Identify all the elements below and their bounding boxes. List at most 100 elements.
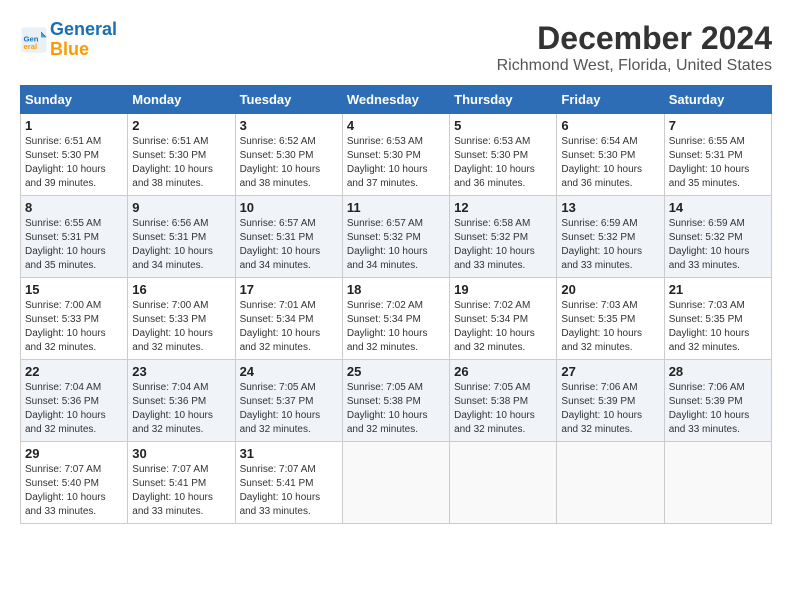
calendar-cell: 31 Sunrise: 7:07 AMSunset: 5:41 PMDayligh…	[235, 442, 342, 524]
day-number: 5	[454, 118, 552, 133]
calendar-week-2: 8Sunrise: 6:55 AMSunset: 5:31 PMDaylight…	[21, 196, 772, 278]
day-number: 16	[132, 282, 230, 297]
calendar-week-4: 22 Sunrise: 7:04 AMSunset: 5:36 PMDayligh…	[21, 360, 772, 442]
calendar-cell: 25 Sunrise: 7:05 AMSunset: 5:38 PMDayligh…	[342, 360, 449, 442]
day-number: 4	[347, 118, 445, 133]
day-number: 24	[240, 364, 338, 379]
day-info: Sunrise: 7:06 AMSunset: 5:39 PMDaylight:…	[669, 381, 767, 437]
day-number: 20	[561, 282, 659, 297]
calendar-cell: 15Sunrise: 7:00 AMSunset: 5:33 PMDayligh…	[21, 278, 128, 360]
calendar-cell	[342, 442, 449, 524]
day-number: 1	[25, 118, 123, 133]
day-info: Sunrise: 7:02 AMSunset: 5:34 PMDaylight:…	[454, 299, 552, 355]
calendar-cell: 1 Sunrise: 6:51 AMSunset: 5:30 PMDaylight…	[21, 114, 128, 196]
calendar-cell: 2 Sunrise: 6:51 AMSunset: 5:30 PMDaylight…	[128, 114, 235, 196]
column-header-saturday: Saturday	[664, 86, 771, 114]
day-info: Sunrise: 7:01 AMSunset: 5:34 PMDaylight:…	[240, 299, 338, 355]
day-info: Sunrise: 6:57 AMSunset: 5:32 PMDaylight:…	[347, 217, 445, 273]
day-number: 25	[347, 364, 445, 379]
calendar-body: 1 Sunrise: 6:51 AMSunset: 5:30 PMDaylight…	[21, 114, 772, 524]
day-number: 12	[454, 200, 552, 215]
day-info: Sunrise: 7:07 AMSunset: 5:41 PMDaylight:…	[132, 463, 230, 519]
day-number: 8	[25, 200, 123, 215]
day-info: Sunrise: 6:53 AMSunset: 5:30 PMDaylight:…	[347, 135, 445, 191]
day-info: Sunrise: 7:05 AMSunset: 5:37 PMDaylight:…	[240, 381, 338, 437]
day-number: 29	[25, 446, 123, 461]
day-number: 18	[347, 282, 445, 297]
day-info: Sunrise: 6:58 AMSunset: 5:32 PMDaylight:…	[454, 217, 552, 273]
calendar-cell: 13 Sunrise: 6:59 AMSunset: 5:32 PMDayligh…	[557, 196, 664, 278]
day-number: 26	[454, 364, 552, 379]
day-info: Sunrise: 7:06 AMSunset: 5:39 PMDaylight:…	[561, 381, 659, 437]
day-info: Sunrise: 7:07 AMSunset: 5:40 PMDaylight:…	[25, 463, 123, 519]
calendar-cell: 28 Sunrise: 7:06 AMSunset: 5:39 PMDayligh…	[664, 360, 771, 442]
calendar-cell: 6 Sunrise: 6:54 AMSunset: 5:30 PMDaylight…	[557, 114, 664, 196]
calendar-cell: 3Sunrise: 6:52 AMSunset: 5:30 PMDaylight…	[235, 114, 342, 196]
day-number: 6	[561, 118, 659, 133]
day-info: Sunrise: 6:51 AMSunset: 5:30 PMDaylight:…	[25, 135, 123, 191]
calendar-cell	[450, 442, 557, 524]
calendar-cell	[557, 442, 664, 524]
day-info: Sunrise: 7:05 AMSunset: 5:38 PMDaylight:…	[454, 381, 552, 437]
day-number: 22	[25, 364, 123, 379]
day-number: 9	[132, 200, 230, 215]
title-area: December 2024 Richmond West, Florida, Un…	[497, 20, 772, 75]
calendar-cell: 22Sunrise: 7:04 AMSunset: 5:36 PMDayligh…	[21, 360, 128, 442]
day-info: Sunrise: 6:59 AMSunset: 5:32 PMDaylight:…	[669, 217, 767, 273]
day-info: Sunrise: 7:04 AMSunset: 5:36 PMDaylight:…	[132, 381, 230, 437]
logo-icon: Gen eral	[20, 26, 48, 54]
day-number: 17	[240, 282, 338, 297]
day-info: Sunrise: 6:51 AMSunset: 5:30 PMDaylight:…	[132, 135, 230, 191]
day-info: Sunrise: 7:02 AMSunset: 5:34 PMDaylight:…	[347, 299, 445, 355]
day-number: 11	[347, 200, 445, 215]
header: Gen eral General Blue December 2024 Rich…	[20, 20, 772, 75]
calendar-cell: 11 Sunrise: 6:57 AMSunset: 5:32 PMDayligh…	[342, 196, 449, 278]
day-number: 7	[669, 118, 767, 133]
calendar-cell: 26 Sunrise: 7:05 AMSunset: 5:38 PMDayligh…	[450, 360, 557, 442]
day-info: Sunrise: 6:56 AMSunset: 5:31 PMDaylight:…	[132, 217, 230, 273]
calendar-cell: 27 Sunrise: 7:06 AMSunset: 5:39 PMDayligh…	[557, 360, 664, 442]
day-number: 2	[132, 118, 230, 133]
calendar-cell: 4 Sunrise: 6:53 AMSunset: 5:30 PMDaylight…	[342, 114, 449, 196]
day-number: 28	[669, 364, 767, 379]
calendar-cell: 7 Sunrise: 6:55 AMSunset: 5:31 PMDaylight…	[664, 114, 771, 196]
day-number: 21	[669, 282, 767, 297]
day-number: 31	[240, 446, 338, 461]
day-number: 13	[561, 200, 659, 215]
calendar-cell: 20Sunrise: 7:03 AMSunset: 5:35 PMDayligh…	[557, 278, 664, 360]
calendar-week-5: 29 Sunrise: 7:07 AMSunset: 5:40 PMDayligh…	[21, 442, 772, 524]
day-info: Sunrise: 7:05 AMSunset: 5:38 PMDaylight:…	[347, 381, 445, 437]
day-info: Sunrise: 7:07 AMSunset: 5:41 PMDaylight:…	[240, 463, 338, 519]
calendar-cell: 24 Sunrise: 7:05 AMSunset: 5:37 PMDayligh…	[235, 360, 342, 442]
calendar-cell: 5 Sunrise: 6:53 AMSunset: 5:30 PMDaylight…	[450, 114, 557, 196]
logo: Gen eral General Blue	[20, 20, 117, 60]
column-header-monday: Monday	[128, 86, 235, 114]
column-header-sunday: Sunday	[21, 86, 128, 114]
column-header-friday: Friday	[557, 86, 664, 114]
calendar-cell: 23 Sunrise: 7:04 AMSunset: 5:36 PMDayligh…	[128, 360, 235, 442]
calendar-cell: 14 Sunrise: 6:59 AMSunset: 5:32 PMDayligh…	[664, 196, 771, 278]
day-info: Sunrise: 7:00 AMSunset: 5:33 PMDaylight:…	[132, 299, 230, 355]
day-number: 14	[669, 200, 767, 215]
day-info: Sunrise: 6:54 AMSunset: 5:30 PMDaylight:…	[561, 135, 659, 191]
day-number: 10	[240, 200, 338, 215]
column-header-thursday: Thursday	[450, 86, 557, 114]
month-title: December 2024	[497, 20, 772, 57]
day-info: Sunrise: 6:57 AMSunset: 5:31 PMDaylight:…	[240, 217, 338, 273]
day-info: Sunrise: 6:52 AMSunset: 5:30 PMDaylight:…	[240, 135, 338, 191]
day-info: Sunrise: 6:53 AMSunset: 5:30 PMDaylight:…	[454, 135, 552, 191]
day-number: 27	[561, 364, 659, 379]
day-info: Sunrise: 6:55 AMSunset: 5:31 PMDaylight:…	[669, 135, 767, 191]
day-info: Sunrise: 6:59 AMSunset: 5:32 PMDaylight:…	[561, 217, 659, 273]
calendar-cell: 9 Sunrise: 6:56 AMSunset: 5:31 PMDaylight…	[128, 196, 235, 278]
column-header-tuesday: Tuesday	[235, 86, 342, 114]
day-number: 23	[132, 364, 230, 379]
location-title: Richmond West, Florida, United States	[497, 57, 772, 75]
calendar-cell: 19Sunrise: 7:02 AMSunset: 5:34 PMDayligh…	[450, 278, 557, 360]
calendar-week-3: 15Sunrise: 7:00 AMSunset: 5:33 PMDayligh…	[21, 278, 772, 360]
calendar-cell: 18 Sunrise: 7:02 AMSunset: 5:34 PMDayligh…	[342, 278, 449, 360]
logo-text: General Blue	[50, 20, 117, 60]
svg-text:eral: eral	[24, 42, 38, 51]
calendar-week-1: 1 Sunrise: 6:51 AMSunset: 5:30 PMDaylight…	[21, 114, 772, 196]
calendar-cell: 16 Sunrise: 7:00 AMSunset: 5:33 PMDayligh…	[128, 278, 235, 360]
